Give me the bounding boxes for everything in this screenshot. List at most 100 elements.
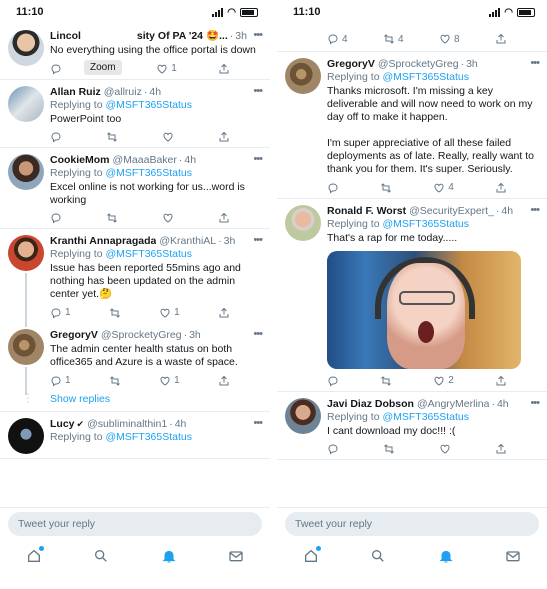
share-button[interactable] — [495, 374, 507, 387]
mention-link[interactable]: @MSFT365Status — [382, 71, 469, 83]
mention-link[interactable]: @MSFT365Status — [382, 218, 469, 230]
retweet-button[interactable] — [106, 212, 118, 224]
reply-button[interactable]: 1 — [50, 374, 71, 387]
author-name-rest[interactable]: sity Of PA '24 🤩... — [137, 30, 228, 43]
author-name[interactable]: GregoryV — [327, 58, 375, 71]
share-button[interactable] — [495, 33, 507, 45]
share-button[interactable] — [495, 181, 507, 194]
share-button[interactable] — [218, 131, 230, 143]
reply-button[interactable] — [50, 62, 62, 75]
retweet-button[interactable] — [380, 374, 392, 387]
author-name[interactable]: Lucy — [50, 418, 75, 431]
reply-button[interactable] — [50, 131, 62, 143]
author-handle[interactable]: @SprocketyGreg — [101, 329, 182, 342]
mention-link[interactable]: @MSFT365Status — [105, 248, 192, 260]
share-button[interactable] — [218, 212, 230, 224]
reply-button[interactable] — [327, 374, 339, 387]
share-button[interactable] — [218, 306, 230, 319]
author-handle[interactable]: @MaaaBaker — [113, 154, 177, 167]
mention-link[interactable]: @MSFT365Status — [382, 411, 469, 423]
share-button[interactable] — [218, 62, 230, 75]
tab-notifications[interactable] — [438, 548, 454, 569]
more-icon[interactable]: ••• — [530, 204, 540, 216]
tab-notifications[interactable] — [161, 548, 177, 569]
tab-messages[interactable] — [505, 548, 521, 569]
tab-search[interactable] — [370, 548, 386, 569]
author-name[interactable]: Lincol — [50, 30, 81, 43]
author-handle[interactable]: @subliminalthin1 — [87, 418, 167, 431]
author-name[interactable]: CookieMom — [50, 154, 110, 167]
tweet[interactable]: GregoryV @SprocketyGreg · 3h Replying to… — [277, 52, 547, 199]
like-button[interactable]: 1 — [159, 374, 180, 387]
like-button[interactable]: 1 — [156, 62, 177, 75]
tweet-media-image[interactable] — [327, 251, 521, 369]
tab-search[interactable] — [93, 548, 109, 569]
mention-link[interactable]: @MSFT365Status — [105, 167, 192, 179]
author-name[interactable]: GregoryV — [50, 329, 98, 342]
tweet[interactable]: Allan Ruiz @allruiz · 4h Replying to @MS… — [0, 80, 270, 148]
like-button[interactable] — [439, 443, 451, 455]
tweet[interactable]: GregoryV @SprocketyGreg · 3h The admin c… — [0, 323, 270, 395]
retweet-button[interactable] — [109, 374, 121, 387]
more-icon[interactable]: ••• — [253, 328, 263, 340]
avatar[interactable] — [8, 329, 44, 365]
avatar[interactable] — [8, 418, 44, 454]
author-handle[interactable]: @AngryMerlina — [417, 398, 490, 411]
tweet[interactable]: Ronald F. Worst @SecurityExpert_ · 4h Re… — [277, 199, 547, 392]
more-icon[interactable]: ••• — [253, 417, 263, 429]
tab-messages[interactable] — [228, 548, 244, 569]
author-name[interactable]: Ronald F. Worst — [327, 205, 406, 218]
tab-home[interactable] — [26, 545, 44, 569]
reply-button[interactable] — [327, 181, 339, 194]
author-handle[interactable]: @SprocketyGreg — [378, 58, 459, 71]
avatar[interactable] — [8, 86, 44, 122]
retweet-button[interactable] — [106, 131, 118, 143]
tweet-reply-input[interactable] — [8, 512, 262, 536]
like-button[interactable]: 8 — [439, 33, 460, 45]
share-button[interactable] — [495, 443, 507, 455]
reply-button[interactable] — [327, 443, 339, 455]
avatar[interactable] — [285, 58, 321, 94]
retweet-button[interactable]: 4 — [383, 33, 404, 45]
avatar[interactable] — [8, 30, 44, 66]
tweet[interactable]: Lincol sity Of PA '24 🤩... · 3h No every… — [0, 24, 270, 80]
avatar[interactable] — [8, 154, 44, 190]
more-icon[interactable]: ••• — [253, 153, 263, 165]
tweet[interactable]: Lucy ✔ @subliminalthin1 · 4h Replying to… — [0, 412, 270, 459]
more-icon[interactable]: ••• — [253, 85, 263, 97]
show-replies-link[interactable]: Show replies — [0, 391, 270, 412]
reply-button[interactable]: 4 — [327, 33, 348, 45]
like-button[interactable]: 1 — [159, 306, 180, 319]
author-handle[interactable]: @KranthiAL — [159, 235, 216, 248]
like-button[interactable]: 4 — [433, 181, 454, 194]
tweet[interactable]: Javi Diaz Dobson @AngryMerlina · 4h Repl… — [277, 392, 547, 460]
retweet-button[interactable] — [109, 306, 121, 319]
tweet-reply-input[interactable] — [285, 512, 539, 536]
more-icon[interactable]: ••• — [253, 234, 263, 246]
more-icon[interactable]: ••• — [530, 57, 540, 69]
author-name[interactable]: Kranthi Annapragada — [50, 235, 156, 248]
more-icon[interactable]: ••• — [530, 397, 540, 409]
author-name[interactable]: Allan Ruiz — [50, 86, 101, 99]
avatar[interactable] — [285, 205, 321, 241]
author-name[interactable]: Javi Diaz Dobson — [327, 398, 414, 411]
reply-button[interactable]: 1 — [50, 306, 71, 319]
reply-button[interactable] — [50, 212, 62, 224]
author-handle[interactable]: @SecurityExpert_ — [409, 205, 494, 218]
reply-feed[interactable]: Lincol sity Of PA '24 🤩... · 3h No every… — [0, 24, 270, 509]
avatar[interactable] — [285, 398, 321, 434]
tweet[interactable]: Kranthi Annapragada @KranthiAL · 3h Repl… — [0, 229, 270, 327]
avatar[interactable] — [8, 235, 44, 271]
mention-link[interactable]: @MSFT365Status — [105, 99, 192, 111]
like-button[interactable] — [162, 131, 174, 143]
tab-home[interactable] — [303, 545, 321, 569]
share-button[interactable] — [218, 374, 230, 387]
more-icon[interactable]: ••• — [253, 29, 263, 41]
retweet-button[interactable] — [383, 443, 395, 455]
retweet-button[interactable] — [380, 181, 392, 194]
like-button[interactable]: 2 — [433, 374, 454, 387]
tweet[interactable]: CookieMom @MaaaBaker · 4h Replying to @M… — [0, 148, 270, 229]
like-button[interactable] — [162, 212, 174, 224]
mention-link[interactable]: @MSFT365Status — [105, 431, 192, 443]
reply-feed[interactable]: 4 4 8 GregoryV @SprocketyGreg · 3h Reply… — [277, 24, 547, 509]
